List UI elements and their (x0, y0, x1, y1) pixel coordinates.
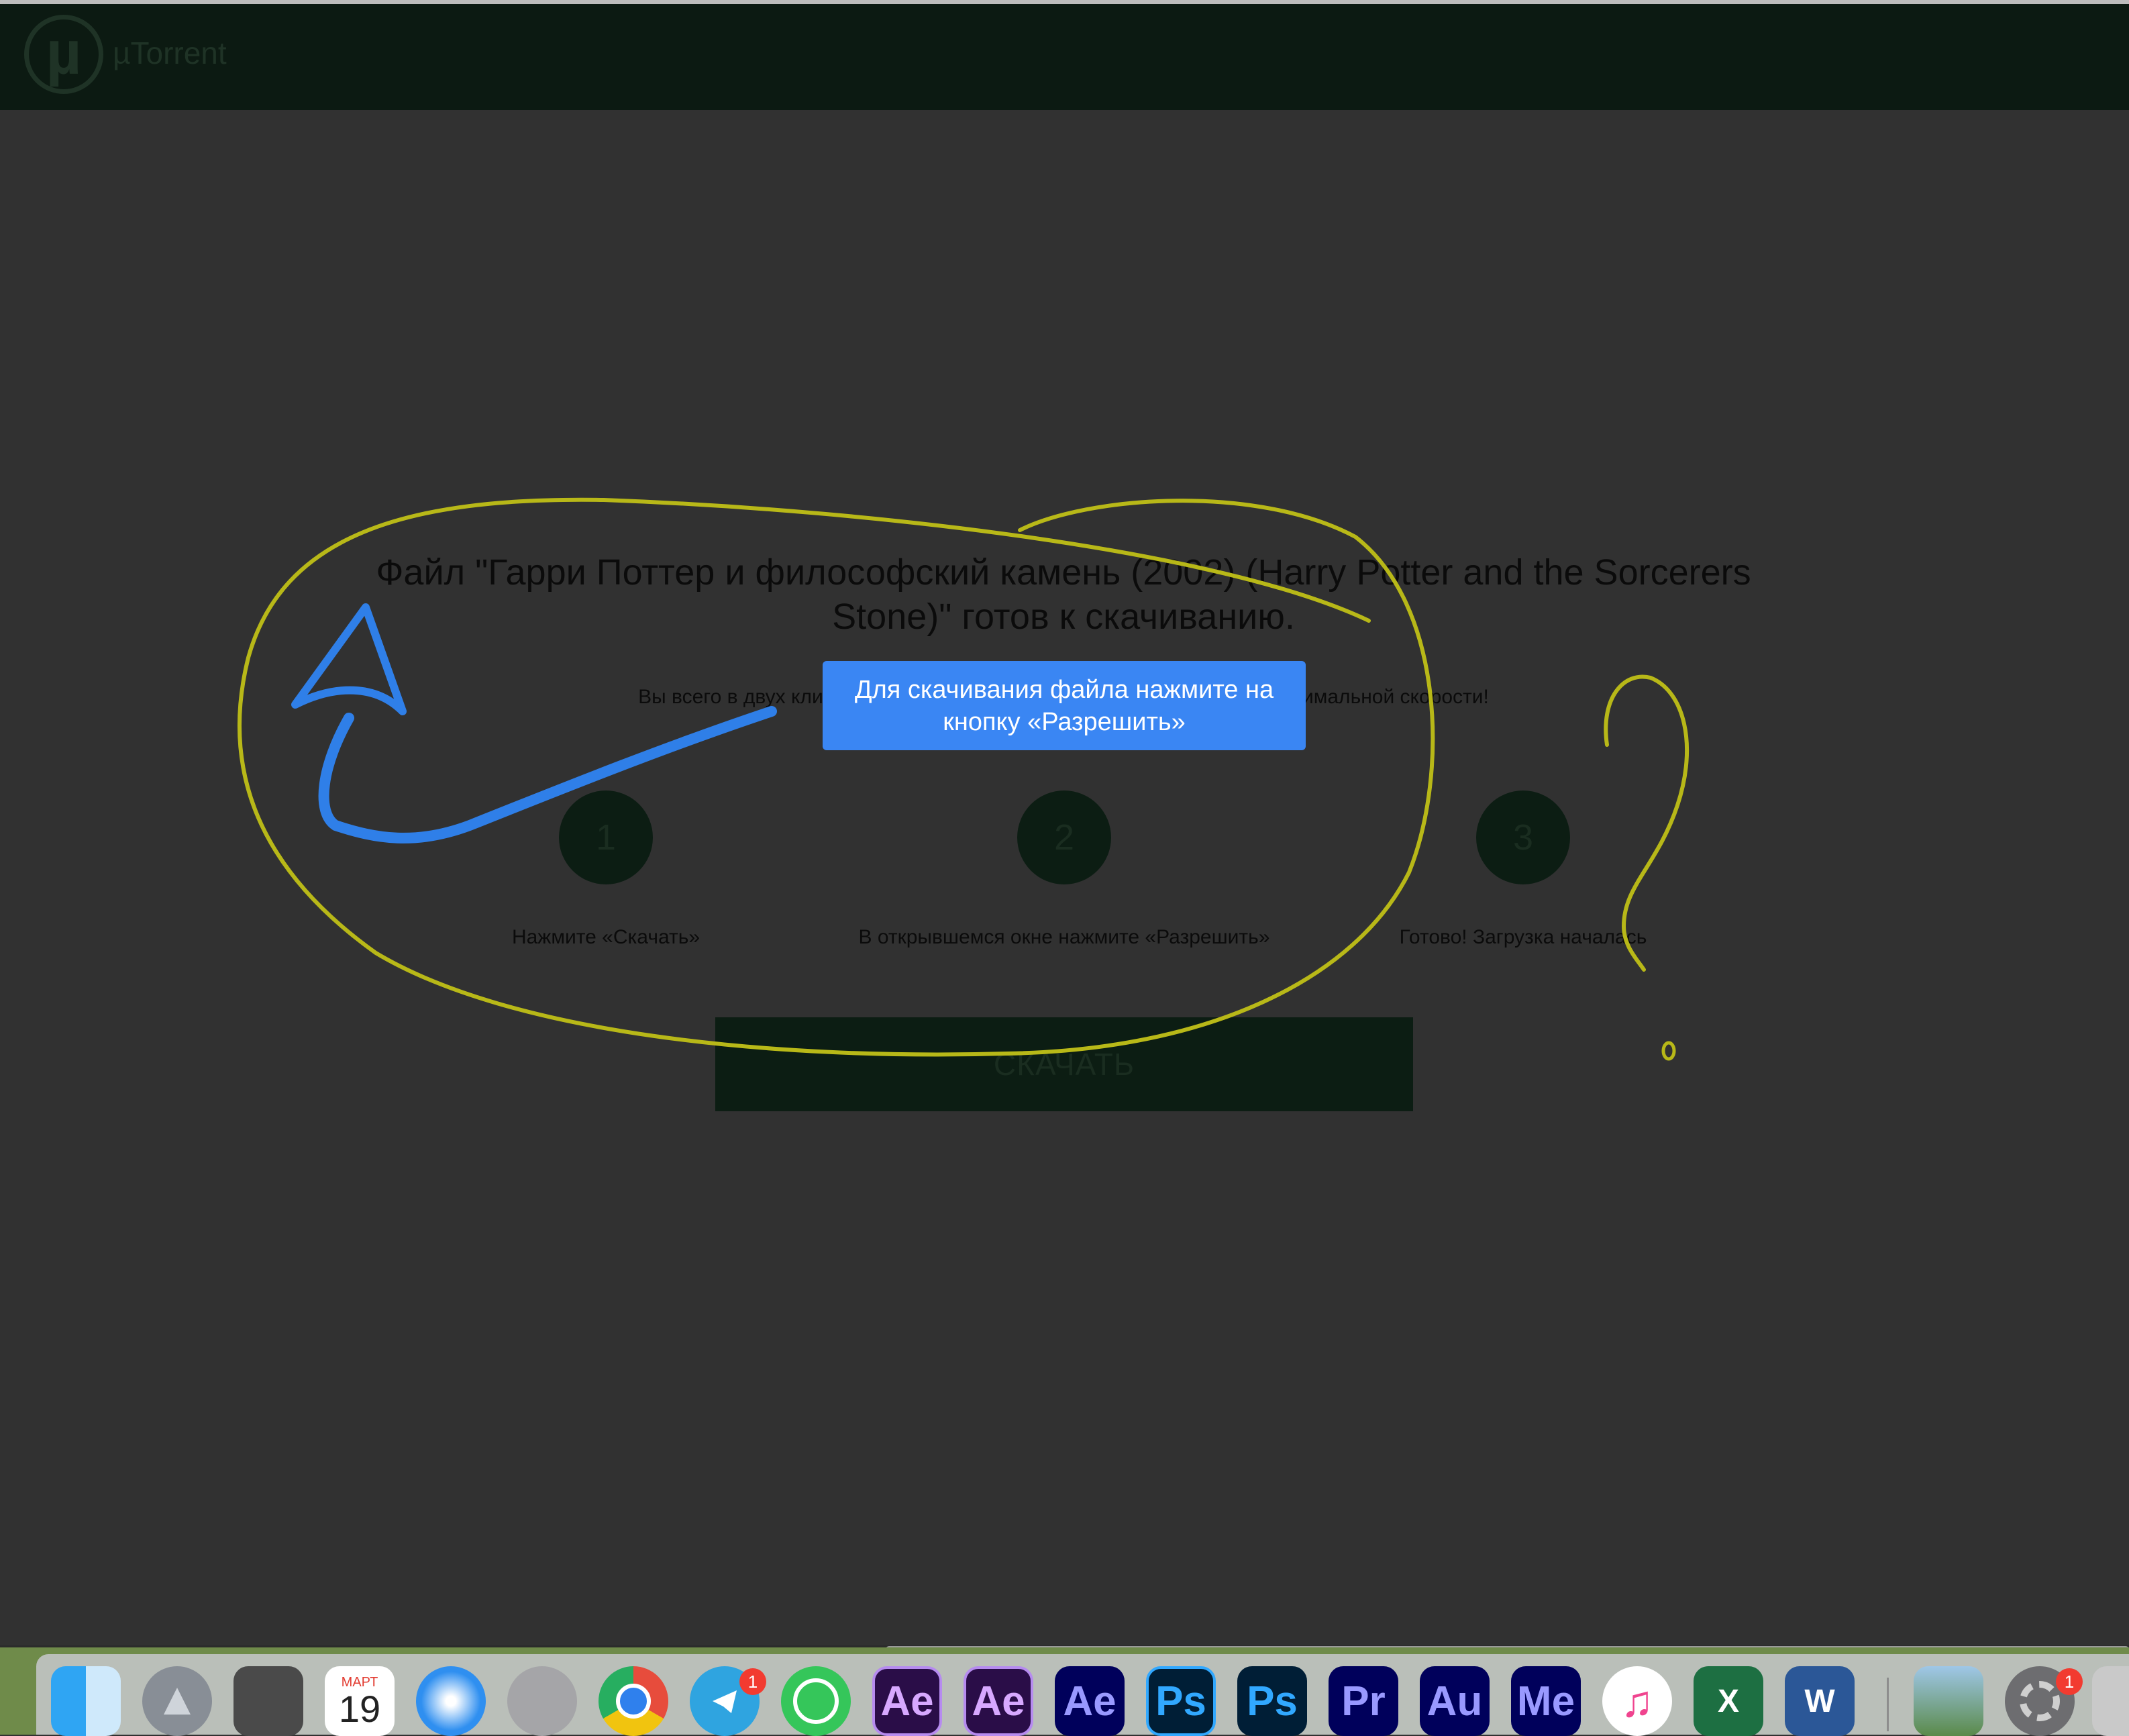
telegram-badge: 1 (739, 1668, 766, 1695)
step-1-circle: 1 (559, 790, 653, 884)
download-button[interactable]: СКАЧАТЬ (715, 1017, 1413, 1111)
calendar-icon[interactable]: МАРТ 19 (325, 1666, 395, 1736)
yellow-question-dot-annotation (1661, 1041, 1676, 1061)
excel-icon[interactable]: X (1694, 1666, 1763, 1736)
allow-hint-tooltip: Для скачивания файла нажмите на кнопку «… (823, 661, 1306, 750)
whatsapp-icon[interactable] (781, 1666, 851, 1736)
preview-icon[interactable] (1914, 1666, 1983, 1736)
launchpad-icon[interactable] (142, 1666, 212, 1736)
word-icon[interactable]: W (1785, 1666, 1855, 1736)
step-3-label: Готово! Загрузка началась (1399, 926, 1647, 948)
calendar-day: 19 (338, 1687, 381, 1730)
after-effects-icon[interactable]: Ae (872, 1666, 942, 1736)
logo-text[interactable]: µTorrent (113, 35, 227, 71)
chrome-icon[interactable] (599, 1666, 668, 1736)
after-effects-icon[interactable]: Ae (1055, 1666, 1125, 1736)
media-encoder-icon[interactable]: Me (1511, 1666, 1581, 1736)
photoshop-icon[interactable]: Ps (1146, 1666, 1216, 1736)
dock-separator (1887, 1678, 1889, 1731)
logo-symbol: µ (46, 19, 82, 87)
quicktime-icon[interactable] (507, 1666, 577, 1736)
photoshop-icon[interactable]: Ps (1237, 1666, 1307, 1736)
safari-icon[interactable] (416, 1666, 486, 1736)
site-header: µ µTorrent (0, 4, 2129, 110)
system-preferences-badge: 1 (2056, 1668, 2083, 1695)
step-1-label: Нажмите «Скачать» (511, 926, 700, 948)
utorrent-logo-icon[interactable]: µ (24, 15, 103, 94)
step-2-label: В открывшемся окне нажмите «Разрешить» (858, 926, 1270, 948)
step-3-circle: 3 (1476, 790, 1570, 884)
calculator-icon[interactable] (233, 1666, 303, 1736)
page-title: Файл "Гарри Поттер и философский камень … (376, 552, 1751, 637)
premiere-icon[interactable]: Pr (1329, 1666, 1398, 1736)
finder-icon[interactable] (51, 1666, 121, 1736)
dock-overflow-icon[interactable] (2092, 1666, 2129, 1736)
after-effects-icon[interactable]: Ae (964, 1666, 1033, 1736)
audition-icon[interactable]: Au (1420, 1666, 1490, 1736)
itunes-icon[interactable]: ♫ (1602, 1666, 1672, 1736)
blue-arrow-shaft-annotation (318, 706, 777, 844)
step-2-circle: 2 (1017, 790, 1111, 884)
